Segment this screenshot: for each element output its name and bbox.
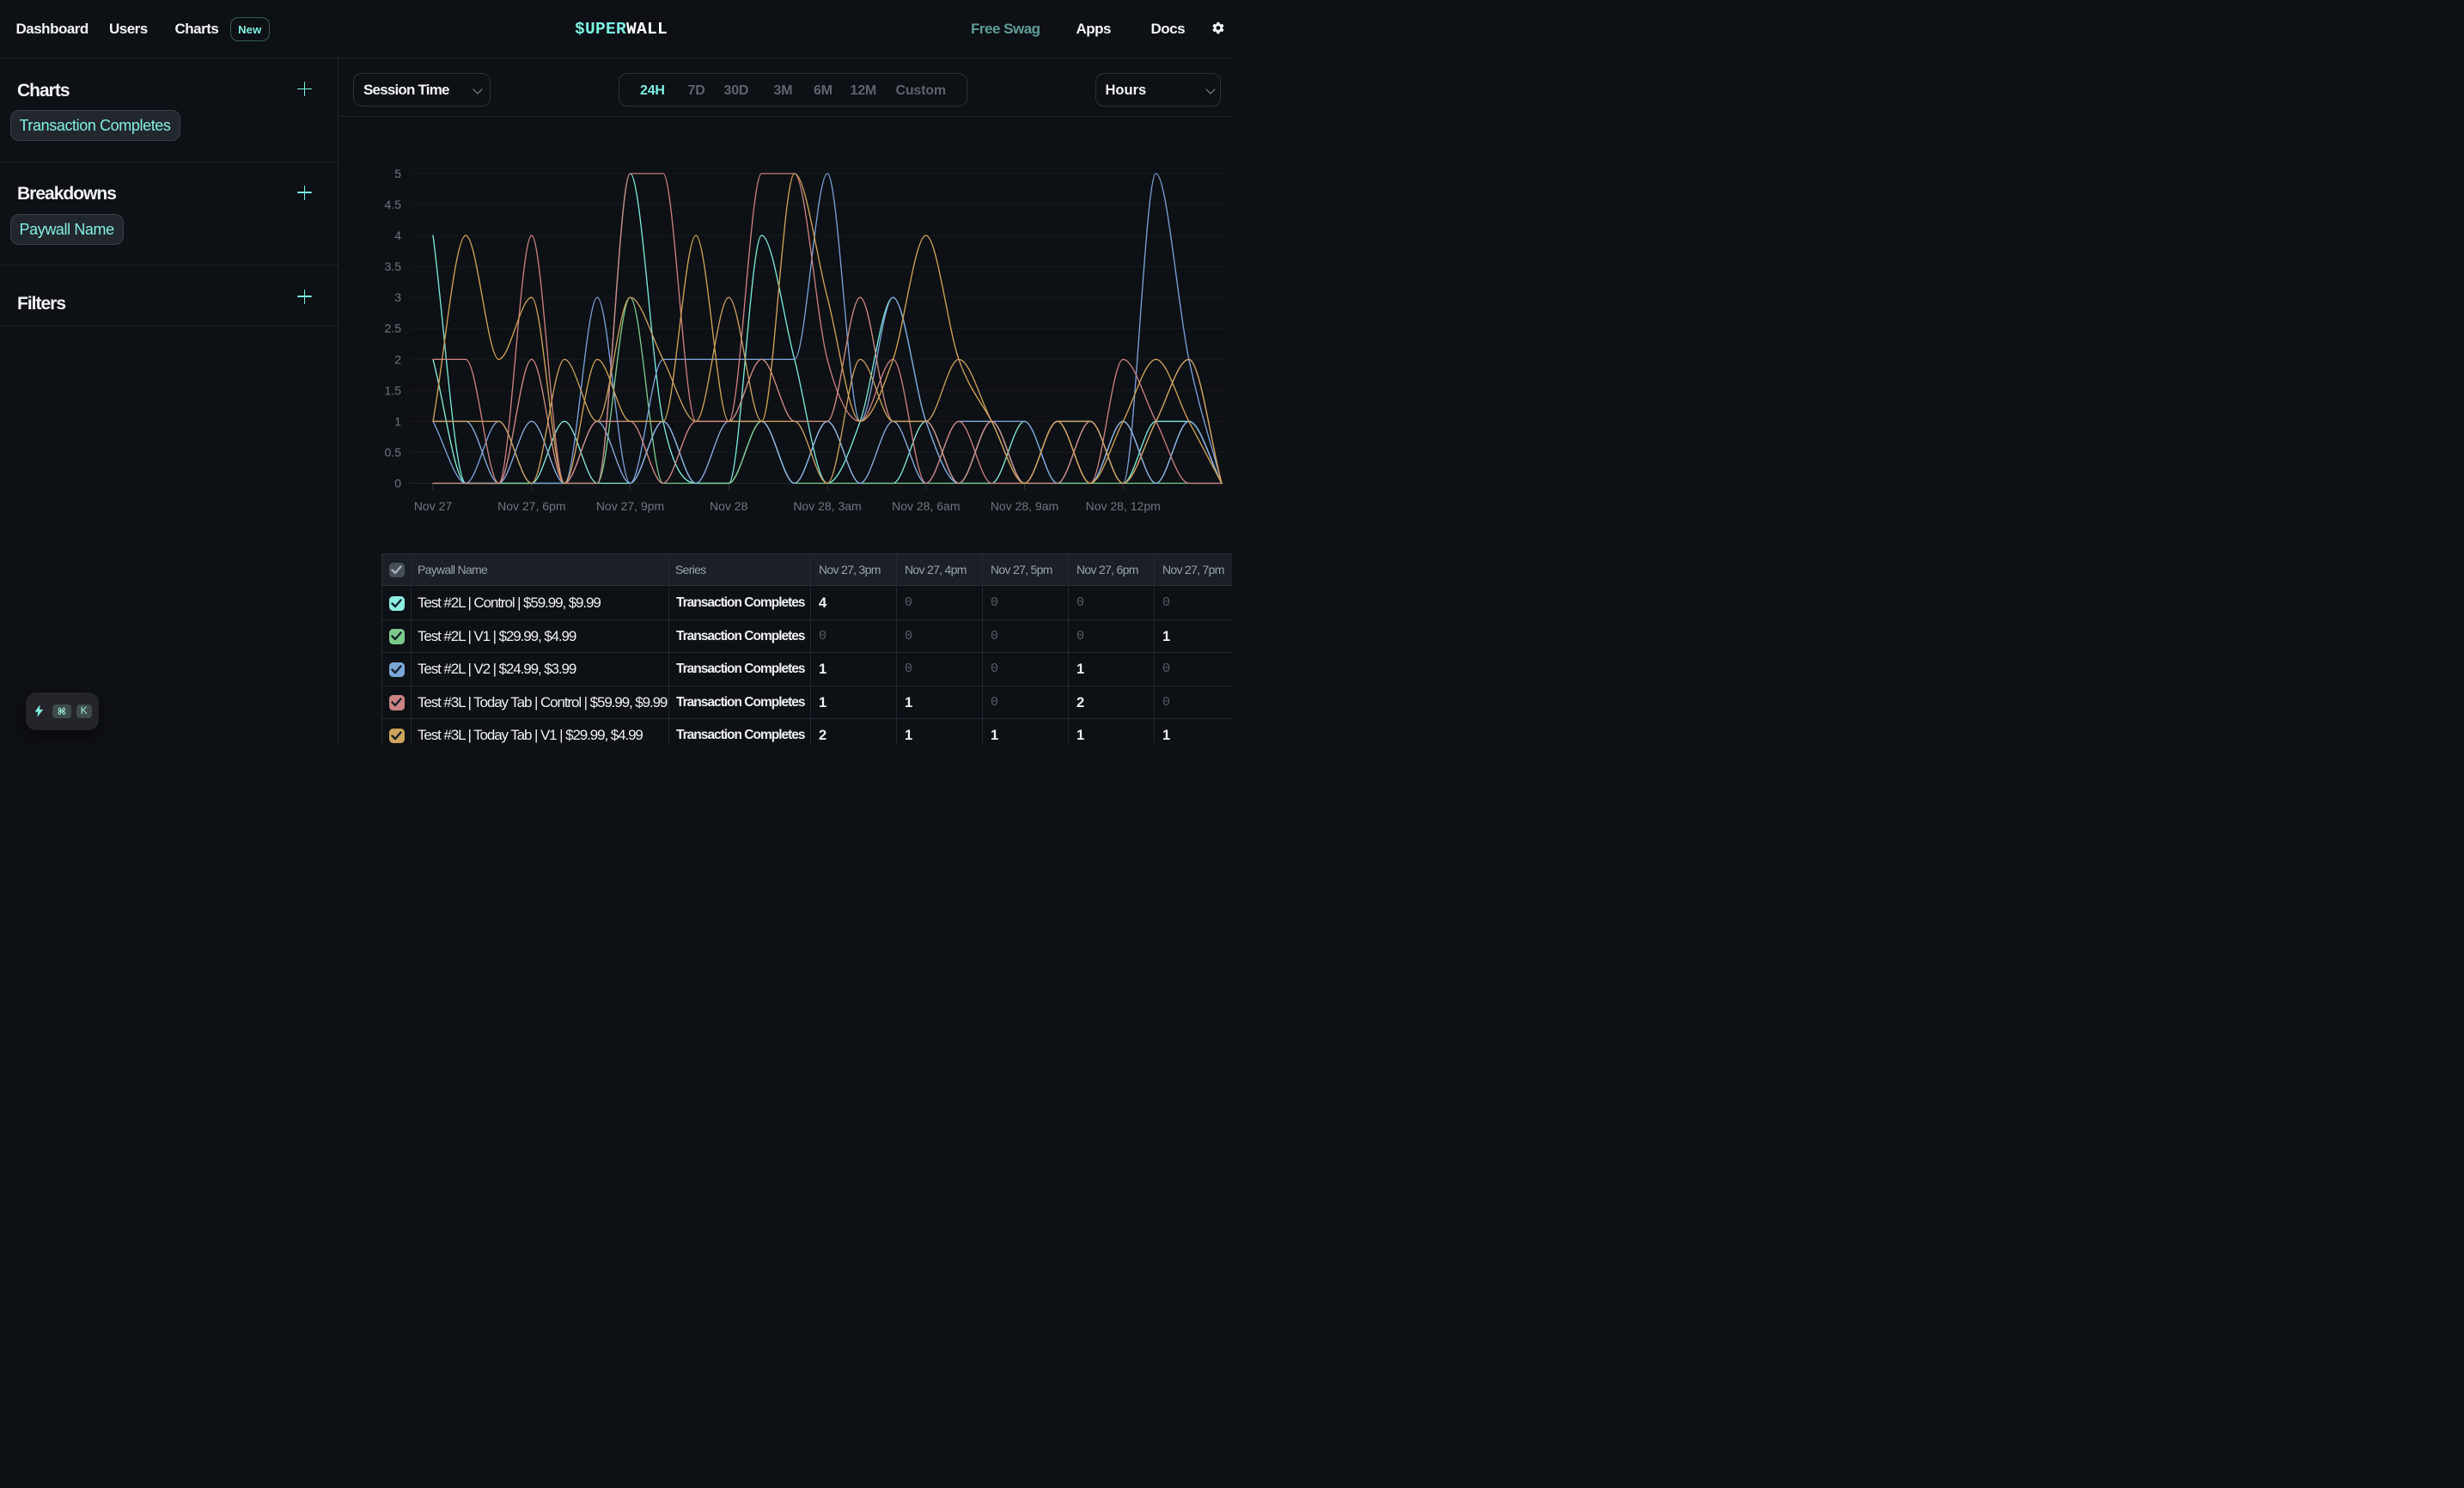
svg-text:Nov 28, 9am: Nov 28, 9am: [991, 499, 1058, 513]
svg-text:0.5: 0.5: [385, 446, 402, 460]
svg-text:1.5: 1.5: [385, 383, 402, 397]
svg-text:4: 4: [394, 229, 401, 242]
svg-text:Nov 27: Nov 27: [414, 499, 453, 513]
svg-text:2: 2: [394, 352, 401, 366]
svg-text:2.5: 2.5: [385, 321, 402, 335]
svg-text:Nov 28, 3am: Nov 28, 3am: [793, 499, 861, 513]
svg-text:Nov 27, 9pm: Nov 27, 9pm: [596, 499, 664, 513]
svg-text:3.5: 3.5: [385, 259, 402, 273]
svg-text:3: 3: [394, 290, 401, 304]
svg-text:1: 1: [394, 414, 401, 428]
svg-text:Nov 28: Nov 28: [710, 499, 748, 513]
svg-text:4.5: 4.5: [385, 198, 402, 211]
svg-text:Nov 28, 12pm: Nov 28, 12pm: [1086, 499, 1161, 513]
svg-text:Nov 27, 6pm: Nov 27, 6pm: [497, 499, 565, 513]
svg-text:5: 5: [394, 167, 401, 180]
svg-text:Nov 28, 6am: Nov 28, 6am: [892, 499, 960, 513]
svg-text:0: 0: [394, 477, 401, 491]
